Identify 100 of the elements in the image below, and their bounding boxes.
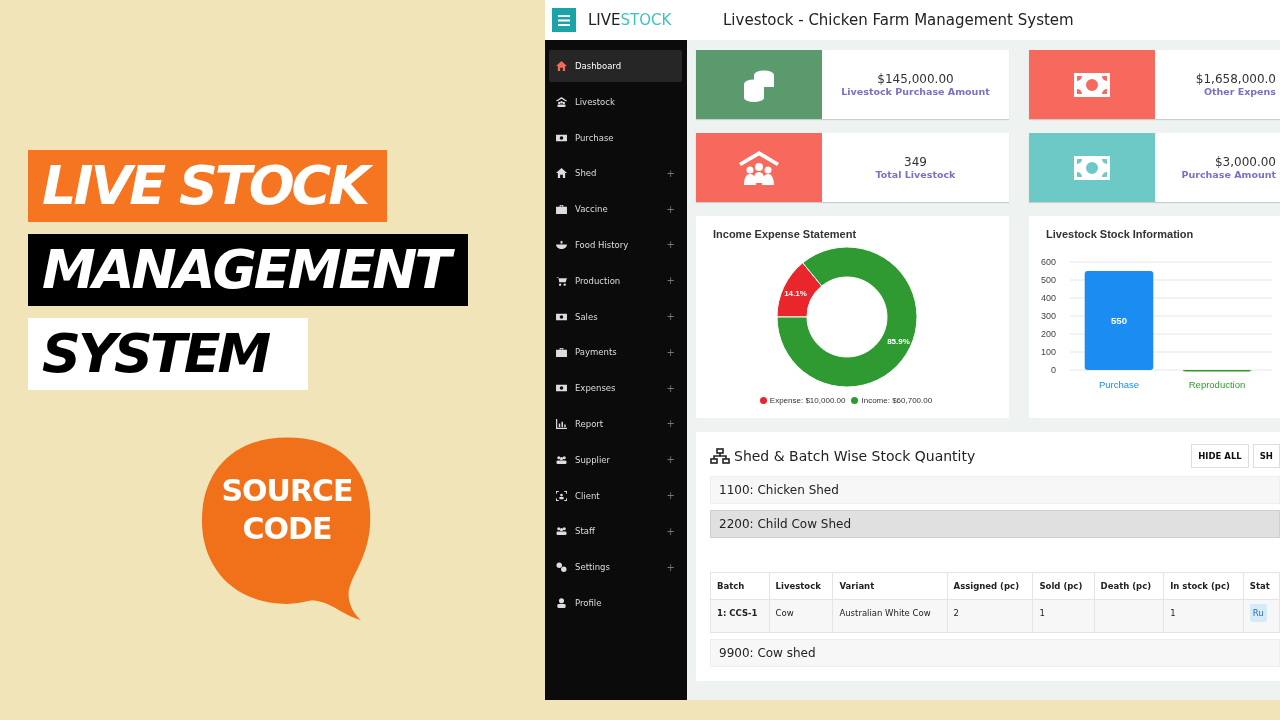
chart-icon [556,418,567,429]
table-cell: Australian White Cow [832,599,948,633]
sidebar-item[interactable]: Payments + [549,336,682,369]
status-badge: Ru [1249,604,1267,622]
slice-label: 14.1% [784,288,807,298]
expand-sign: + [666,239,675,251]
sidebar-item[interactable]: Settings + [549,551,682,584]
stat-value: 349 [904,155,927,169]
column-header: Death (pc) [1094,572,1164,600]
sidebar-item[interactable]: Purchase [549,121,682,154]
bar-value-label: 550 [1111,314,1127,326]
logo-text: STOCK [620,11,672,29]
category-label: Reproduction [1188,379,1246,390]
home-icon [556,168,567,179]
expand-sign: + [666,311,675,323]
sidebar-item[interactable]: Expenses + [549,372,682,405]
category-label: Purchase [1098,379,1140,390]
people-icon [556,526,567,537]
legend-label: Expense: $10,000.00 [769,396,846,405]
home-icon [556,61,567,71]
chart-title: Income Expense Statement [713,228,858,240]
axis-tick-label: 0 [1051,365,1056,375]
sidebar-item[interactable]: Profile [549,586,682,619]
legend-dot [851,397,859,404]
column-header: Stat [1243,572,1280,600]
legend-label: Income: $60,700.00 [861,396,933,405]
slice-label: 85.9% [887,337,910,347]
sidebar-item[interactable]: Vaccine + [549,193,682,226]
table-cell [1094,599,1164,633]
shed-row[interactable]: 1100: Chicken Shed [710,476,1280,504]
expand-sign: + [666,490,675,502]
axis-tick-label: 500 [1040,275,1056,285]
banknote-icon [556,383,567,394]
bubble-text: CODE [242,510,332,548]
stat-value: $1,658,000.0 [1195,72,1276,86]
sidebar-item[interactable]: Sales + [549,300,682,333]
toggle-button[interactable]: HIDE ALL [1191,444,1249,468]
shelter-icon [556,96,567,107]
person-icon [556,597,567,608]
sidebar-item[interactable]: Food History + [549,229,682,261]
expand-sign: + [666,275,675,287]
bowl-icon [556,240,567,250]
people-icon [556,454,567,465]
expand-sign: + [666,418,675,430]
column-header: Assigned (pc) [947,572,1033,600]
expand-sign: + [666,203,675,215]
stat-label: Total Livestock [875,169,956,180]
sidebar-item[interactable]: Staff + [549,515,682,548]
briefcase-icon [556,347,567,358]
axis-tick-label: 600 [1040,257,1056,267]
section-title: Shed & Batch Wise Stock Quantity [734,448,976,464]
axis-tick-label: 200 [1040,329,1056,339]
sidebar-item[interactable]: Shed + [549,157,682,190]
column-header: Sold (pc) [1033,572,1095,600]
sidebar-item[interactable]: Supplier + [549,443,682,476]
menu-button[interactable] [552,8,576,32]
scan-icon [556,490,567,501]
banknote-icon [556,311,567,322]
expand-sign: + [666,382,675,394]
axis-tick-label: 100 [1040,347,1056,357]
sidebar-item[interactable]: Production + [549,264,682,297]
banknote-icon [556,132,567,143]
expand-sign: + [666,454,675,466]
briefcase-icon [556,204,567,215]
cart-icon [556,275,567,286]
bubble-text: SOURCE [221,472,353,510]
sidebar-item[interactable]: Report + [549,407,682,440]
table-cell: 2 [947,599,1033,633]
stat-value: $145,000.00 [877,72,954,86]
stat-label: Other Expens [1203,86,1276,97]
sidebar-item[interactable]: Client + [549,479,682,512]
axis-tick-label: 300 [1040,311,1056,321]
stat-value: $3,000.00 [1214,155,1276,169]
app-title: Livestock - Chicken Farm Management System [723,11,1074,29]
shed-row[interactable]: 9900: Cow shed [710,639,1280,667]
menu-icon [558,14,570,26]
expand-sign: + [666,346,675,358]
stat-label: Livestock Purchase Amount [841,86,990,97]
column-header: Livestock [769,572,833,600]
axis-tick-label: 400 [1040,293,1056,303]
table-cell: 1 [1163,599,1244,633]
column-header: Batch [710,572,770,600]
column-header: In stock (pc) [1163,572,1244,600]
table-cell: 1: CCS-1 [710,599,770,633]
logo-text: LIVE [588,11,621,29]
shelter-icon [739,150,779,185]
legend-dot [759,397,767,404]
table-cell: Cow [769,599,833,633]
stat-label: Purchase Amount [1181,169,1276,180]
column-header: Variant [832,572,948,600]
sitemap-icon [710,448,730,464]
expand-sign: + [666,561,675,573]
toggle-button[interactable]: SH [1252,444,1280,468]
shed-row[interactable]: 2200: Child Cow Shed [710,510,1280,538]
expand-sign: + [666,167,675,179]
expand-sign: + [666,525,675,537]
sidebar-item[interactable]: Livestock [549,85,682,118]
table-cell: 1 [1033,599,1095,633]
chart-title: Livestock Stock Information [1046,228,1195,240]
sidebar-item[interactable]: Dashboard [549,50,682,82]
